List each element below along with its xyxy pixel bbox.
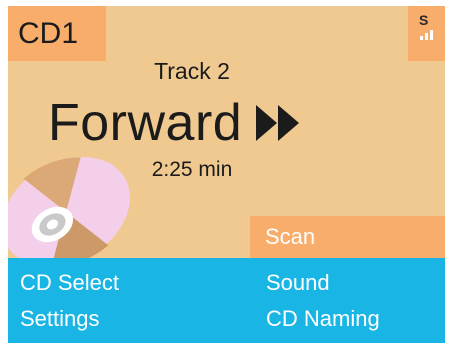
menu-item-settings[interactable]: Settings xyxy=(20,304,100,334)
track-label: Track 2 xyxy=(154,58,230,84)
source-badge: CD1 xyxy=(8,6,106,61)
fast-forward-icon xyxy=(256,105,300,141)
signal-strength-icon xyxy=(420,30,433,40)
cd-disc-icon xyxy=(8,156,130,264)
scan-button[interactable]: Scan xyxy=(250,216,445,258)
display-area: CD1 S Track 2 Forward 2:25 min Scan CD S… xyxy=(8,6,445,343)
play-mode-label: Forward xyxy=(48,94,243,152)
cd-player-screen: CD1 S Track 2 Forward 2:25 min Scan CD S… xyxy=(0,0,451,349)
menu-bar: CD Select Sound Settings CD Naming xyxy=(8,258,445,343)
menu-item-sound[interactable]: Sound xyxy=(266,268,330,298)
signal-indicator: S xyxy=(408,6,445,61)
play-mode: Forward xyxy=(48,92,302,154)
signal-label: S xyxy=(419,12,429,28)
menu-item-cd-select[interactable]: CD Select xyxy=(20,268,119,298)
menu-item-cd-naming[interactable]: CD Naming xyxy=(266,304,380,334)
